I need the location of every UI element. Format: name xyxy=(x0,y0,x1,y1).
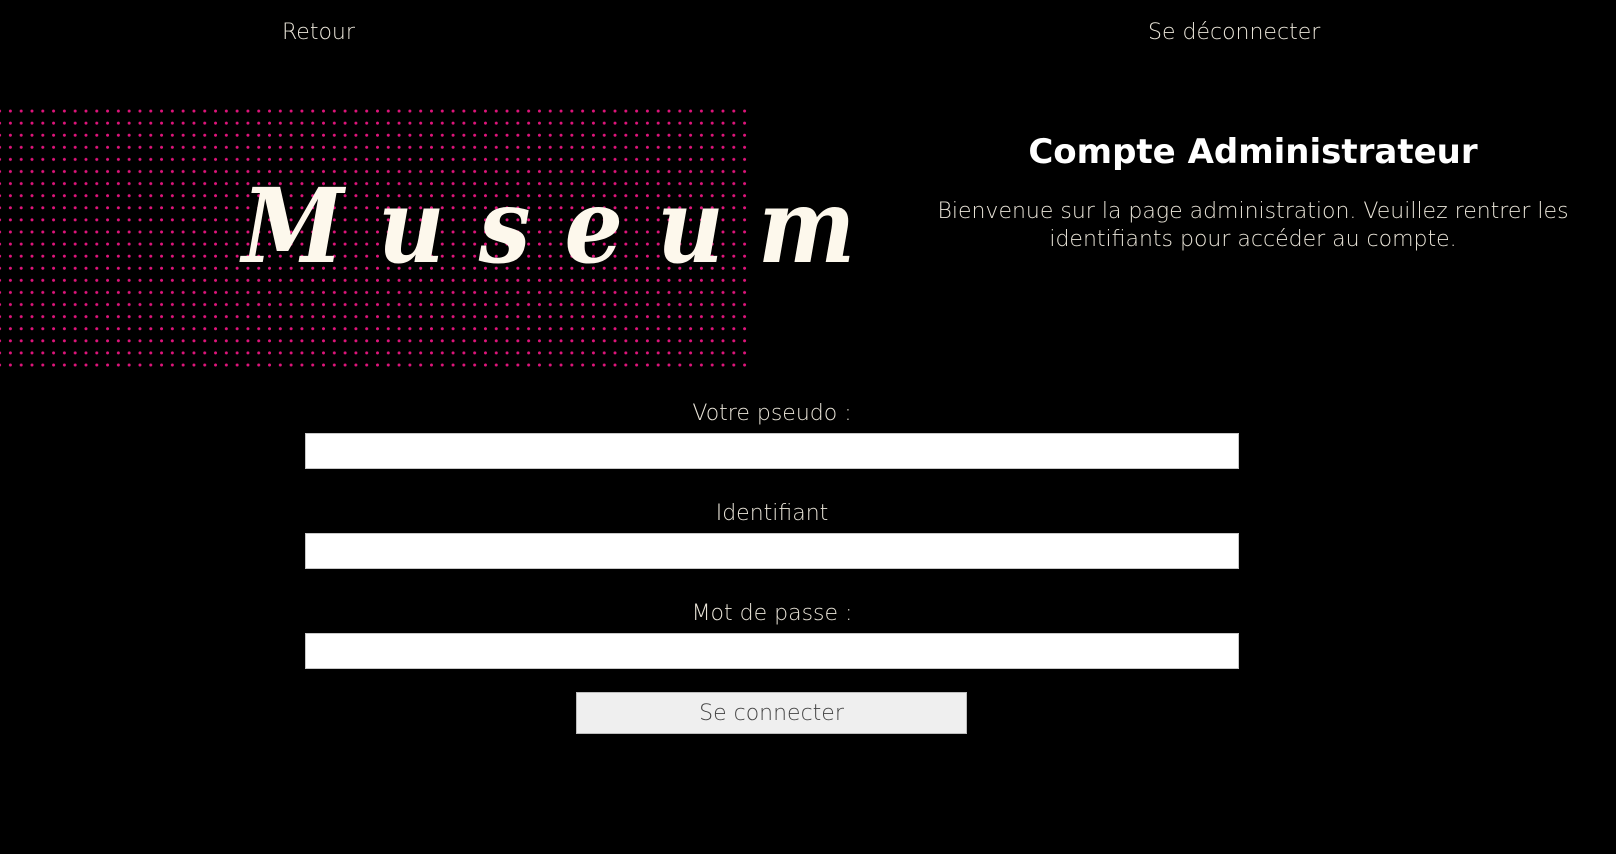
identifiant-label: Identifiant xyxy=(715,501,829,526)
password-input[interactable] xyxy=(305,633,1239,669)
intro-text: Bienvenue sur la page administration. Ve… xyxy=(937,199,1569,252)
pseudo-input[interactable] xyxy=(305,433,1239,469)
intro-section: Compte Administrateur Bienvenue sur la p… xyxy=(920,128,1586,254)
login-button[interactable]: Se connecter xyxy=(576,692,967,734)
site-title: Museum xyxy=(242,165,890,287)
password-label: Mot de passe : xyxy=(691,601,853,626)
back-link[interactable]: Retour xyxy=(282,17,355,49)
identifiant-input[interactable] xyxy=(305,533,1239,569)
logout-link[interactable]: Se déconnecter xyxy=(1148,17,1320,49)
page-title: Compte Administrateur xyxy=(1028,132,1478,172)
pseudo-label: Votre pseudo : xyxy=(692,401,852,426)
login-form: Votre pseudo : Identifiant Mot de passe … xyxy=(305,398,1239,698)
